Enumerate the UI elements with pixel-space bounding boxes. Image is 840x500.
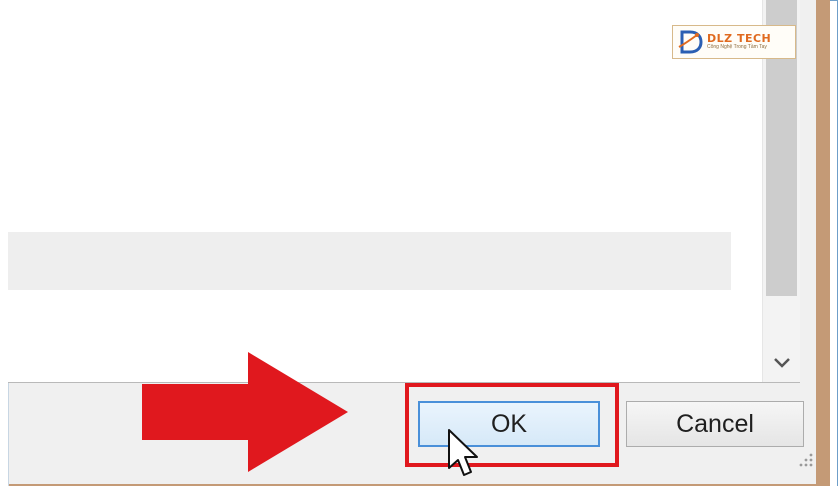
resize-grip-icon[interactable] [796, 452, 814, 470]
logo-title: DLZ TECH [707, 32, 772, 45]
dlz-tech-logo: DLZ TECH Công Nghệ Trong Tầm Tay [672, 25, 796, 59]
chevron-down-icon [773, 358, 790, 368]
highlight-box [405, 383, 619, 467]
scroll-down-button[interactable] [766, 348, 797, 378]
cancel-button[interactable]: Cancel [626, 401, 804, 447]
red-arrow-icon [142, 352, 348, 472]
logo-text: DLZ TECH Công Nghệ Trong Tầm Tay [707, 33, 771, 51]
bottom-edge [0, 486, 840, 500]
cancel-button-label: Cancel [676, 409, 754, 438]
logo-subtitle: Công Nghệ Trong Tầm Tay [707, 44, 767, 50]
list-item-selected[interactable] [8, 232, 731, 290]
mouse-cursor-icon [448, 429, 478, 476]
dlz-logo-icon [678, 30, 703, 54]
